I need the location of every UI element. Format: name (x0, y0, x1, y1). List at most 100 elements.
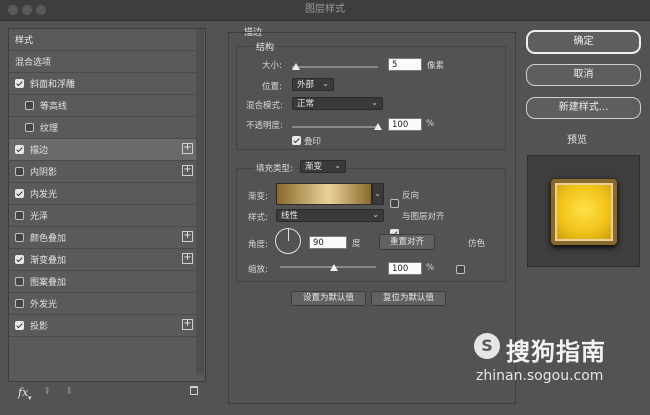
close-window-button[interactable] (8, 5, 18, 15)
move-up-icon[interactable]: ⬆ (43, 386, 51, 397)
style-item-label: 颜色叠加 (30, 234, 67, 244)
style-item-checkbox[interactable] (25, 101, 34, 110)
position-select[interactable]: 外部 ⌄ (292, 78, 334, 91)
add-effect-plus-icon[interactable]: + (182, 231, 193, 242)
chevron-down-icon: ⌄ (371, 98, 378, 107)
position-label: 位置: (262, 82, 282, 92)
gradient-swatch[interactable] (276, 183, 372, 205)
styles-header[interactable]: 样式 (9, 29, 197, 51)
style-item-label: 描边 (30, 146, 49, 156)
gradient-style-select[interactable]: 线性 ⌄ (276, 209, 384, 222)
window-title: 图层样式 (305, 4, 345, 15)
size-slider-thumb[interactable] (292, 63, 300, 70)
chevron-down-icon: ⌄ (322, 79, 329, 88)
move-down-icon[interactable]: ⬇ (65, 386, 73, 397)
opacity-slider-track[interactable] (292, 126, 378, 128)
style-item[interactable]: 渐变叠加 + (9, 249, 197, 271)
add-effect-plus-icon[interactable]: + (182, 319, 193, 330)
blend-mode-select[interactable]: 正常 ⌄ (292, 97, 383, 110)
gradient-label: 渐变: (248, 192, 268, 202)
style-item[interactable]: 内发光 (9, 183, 197, 205)
angle-dial[interactable] (275, 228, 301, 254)
style-item-label: 等高线 (40, 102, 68, 112)
style-item[interactable]: 等高线 (9, 95, 197, 117)
style-item-checkbox[interactable] (15, 277, 24, 286)
preview-tile (551, 179, 617, 245)
style-item[interactable]: 纹理 (9, 117, 197, 139)
style-item[interactable]: 颜色叠加 + (9, 227, 197, 249)
scale-slider-track[interactable] (280, 266, 376, 268)
fx-dropdown-icon: ▾ (28, 394, 32, 402)
fx-menu-button[interactable]: fx (18, 386, 28, 399)
scale-unit: % (426, 263, 435, 273)
opacity-field[interactable]: 100 (388, 118, 422, 131)
style-item-checkbox[interactable] (15, 299, 24, 308)
style-item-label: 投影 (30, 322, 49, 332)
styles-list: 样式 混合选项 斜面和浮雕 等高线 纹理 描边 + 内阴影 + 内发光 光泽 颜色叠加 + 渐变叠加 + 图… (8, 28, 206, 382)
reverse-label: 反向 (402, 191, 420, 201)
style-item-label: 图案叠加 (30, 278, 67, 288)
style-item[interactable]: 光泽 (9, 205, 197, 227)
add-effect-plus-icon[interactable]: + (182, 143, 193, 154)
style-item[interactable]: 外发光 (9, 293, 197, 315)
style-item[interactable]: 斜面和浮雕 (9, 73, 197, 95)
reset-default-button[interactable]: 复位为默认值 (371, 291, 446, 306)
scale-slider-thumb[interactable] (330, 264, 338, 271)
style-item[interactable]: 内阴影 + (9, 161, 197, 183)
gradient-style-value: 线性 (281, 211, 299, 221)
styles-header-label: 样式 (15, 36, 34, 46)
style-item-checkbox[interactable] (15, 233, 24, 242)
style-item[interactable]: 描边 + (9, 139, 197, 161)
opacity-label: 不透明度: (246, 121, 283, 131)
add-effect-plus-icon[interactable]: + (182, 165, 193, 176)
angle-field[interactable]: 90 (309, 236, 347, 249)
trash-icon[interactable] (190, 386, 198, 395)
style-item-checkbox[interactable] (15, 79, 24, 88)
minimize-window-button[interactable] (22, 5, 32, 15)
angle-unit: 度 (352, 239, 361, 249)
overprint-checkbox[interactable] (292, 136, 301, 145)
size-label: 大小: (262, 61, 282, 71)
opacity-slider-thumb[interactable] (374, 123, 382, 130)
styles-toolbar: fx ▾ ⬆ ⬇ (8, 382, 204, 404)
dither-label: 仿色 (468, 239, 486, 249)
scale-field[interactable]: 100 (388, 262, 422, 275)
position-value: 外部 (297, 80, 315, 90)
style-item-checkbox[interactable] (15, 189, 24, 198)
style-item[interactable]: 图案叠加 (9, 271, 197, 293)
ok-button[interactable]: 确定 (526, 30, 641, 54)
structure-title: 结构 (254, 40, 277, 53)
angle-label: 角度: (248, 240, 268, 250)
opacity-unit: % (426, 119, 435, 129)
size-slider-track[interactable] (292, 66, 378, 68)
watermark-brand: 搜狗指南 (506, 338, 606, 366)
style-item-checkbox[interactable] (15, 211, 24, 220)
style-item-label: 外发光 (30, 300, 58, 310)
style-item-label: 光泽 (30, 212, 49, 222)
set-default-button[interactable]: 设置为默认值 (291, 291, 366, 306)
chevron-down-icon: ⌄ (334, 161, 341, 170)
size-unit: 像素 (427, 61, 445, 71)
size-field[interactable]: 5 (388, 58, 422, 71)
dither-checkbox[interactable] (456, 265, 465, 274)
watermark-url: zhinan.sogou.com (476, 368, 604, 384)
gradient-picker-button[interactable]: ⌄ (372, 183, 384, 205)
reset-alignment-button[interactable]: 重置对齐 (379, 234, 435, 250)
new-style-button[interactable]: 新建样式... (526, 97, 641, 119)
cancel-button[interactable]: 取消 (526, 64, 641, 86)
style-item-checkbox[interactable] (15, 145, 24, 154)
add-effect-plus-icon[interactable]: + (182, 253, 193, 264)
preview-label: 预览 (567, 135, 587, 146)
style-item-checkbox[interactable] (15, 321, 24, 330)
styles-list-scrollbar[interactable] (196, 29, 204, 375)
fill-type-value: 渐变 (305, 162, 323, 172)
style-item-checkbox[interactable] (15, 255, 24, 264)
style-item-checkbox[interactable] (25, 123, 34, 132)
fill-type-select[interactable]: 渐变 ⌄ (300, 160, 346, 173)
reverse-checkbox[interactable] (390, 199, 399, 208)
style-item[interactable]: 投影 + (9, 315, 197, 337)
style-item[interactable]: 混合选项 (9, 51, 197, 73)
style-item-checkbox[interactable] (15, 167, 24, 176)
zoom-window-button[interactable] (36, 5, 46, 15)
style-item-label: 斜面和浮雕 (30, 80, 76, 90)
